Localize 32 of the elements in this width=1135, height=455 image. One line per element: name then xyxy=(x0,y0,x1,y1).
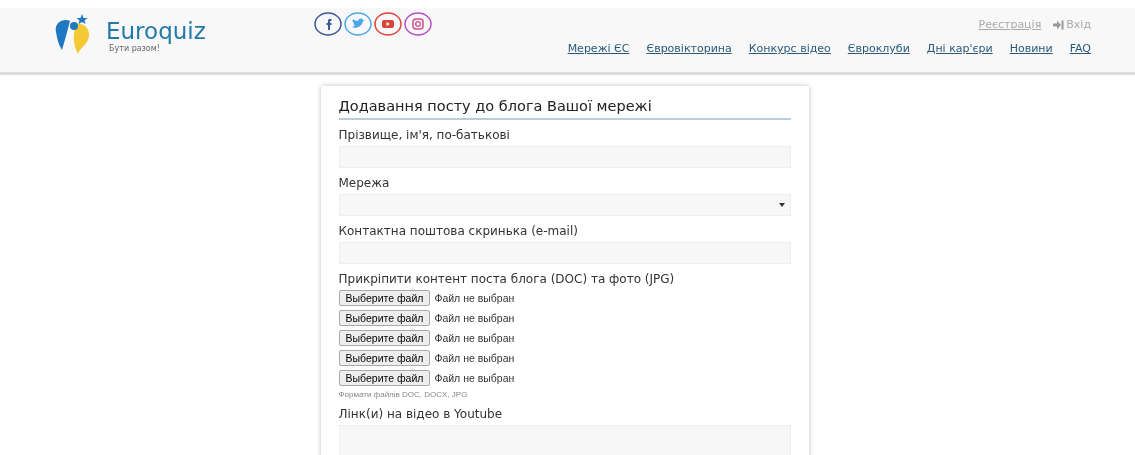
nav-link[interactable]: Новини xyxy=(1009,42,1053,55)
form-title: Додавання посту до блога Вашої мережі xyxy=(338,98,791,120)
youtube-icon[interactable] xyxy=(374,12,402,36)
nav-link[interactable]: Дні кар'єри xyxy=(926,42,993,55)
logo-tagline: Бути разом! xyxy=(109,43,160,53)
nav-link[interactable]: Євровікторина xyxy=(646,42,732,55)
instagram-icon[interactable] xyxy=(404,12,432,36)
file-status: Файл не выбран xyxy=(434,352,515,364)
file-status: Файл не выбран xyxy=(434,292,515,304)
nav-link[interactable]: FAQ xyxy=(1069,42,1091,55)
file-status: Файл не выбран xyxy=(434,332,515,344)
field-label: Контактна поштова скринька (e-mail) xyxy=(338,224,579,238)
choose-file-button[interactable]: Выберите файл xyxy=(338,310,431,326)
field-label: Мережа xyxy=(338,176,391,190)
file-status: Файл не выбран xyxy=(434,312,515,324)
field-label: Лінк(и) на відео в Youtube xyxy=(338,407,504,421)
nav-link[interactable]: Євроклуби xyxy=(847,42,910,55)
nav-link[interactable]: Мережі ЄС xyxy=(567,42,630,55)
logo-name: Euroquiz xyxy=(106,17,206,44)
caret-icon xyxy=(778,203,785,207)
field-label: Прикріпити контент поста блога (DOC) та фото (JPG) xyxy=(338,272,676,286)
file-status: Файл не выбран xyxy=(434,372,515,384)
choose-file-button[interactable]: Выберите файл xyxy=(338,370,431,386)
choose-file-button[interactable]: Выберите файл xyxy=(338,290,431,306)
select-field[interactable] xyxy=(338,194,791,216)
login-icon xyxy=(1053,19,1065,30)
file-hint: Формати файлів DOC, DOCX, JPG xyxy=(338,390,469,399)
facebook-icon[interactable] xyxy=(314,12,342,36)
field-label: Прізвище, ім'я, по-батькові xyxy=(338,128,511,142)
choose-file-button[interactable]: Выберите файл xyxy=(338,350,431,366)
choose-file-button[interactable]: Выберите файл xyxy=(338,330,431,346)
nav-link[interactable]: Конкурс відео xyxy=(748,42,831,55)
